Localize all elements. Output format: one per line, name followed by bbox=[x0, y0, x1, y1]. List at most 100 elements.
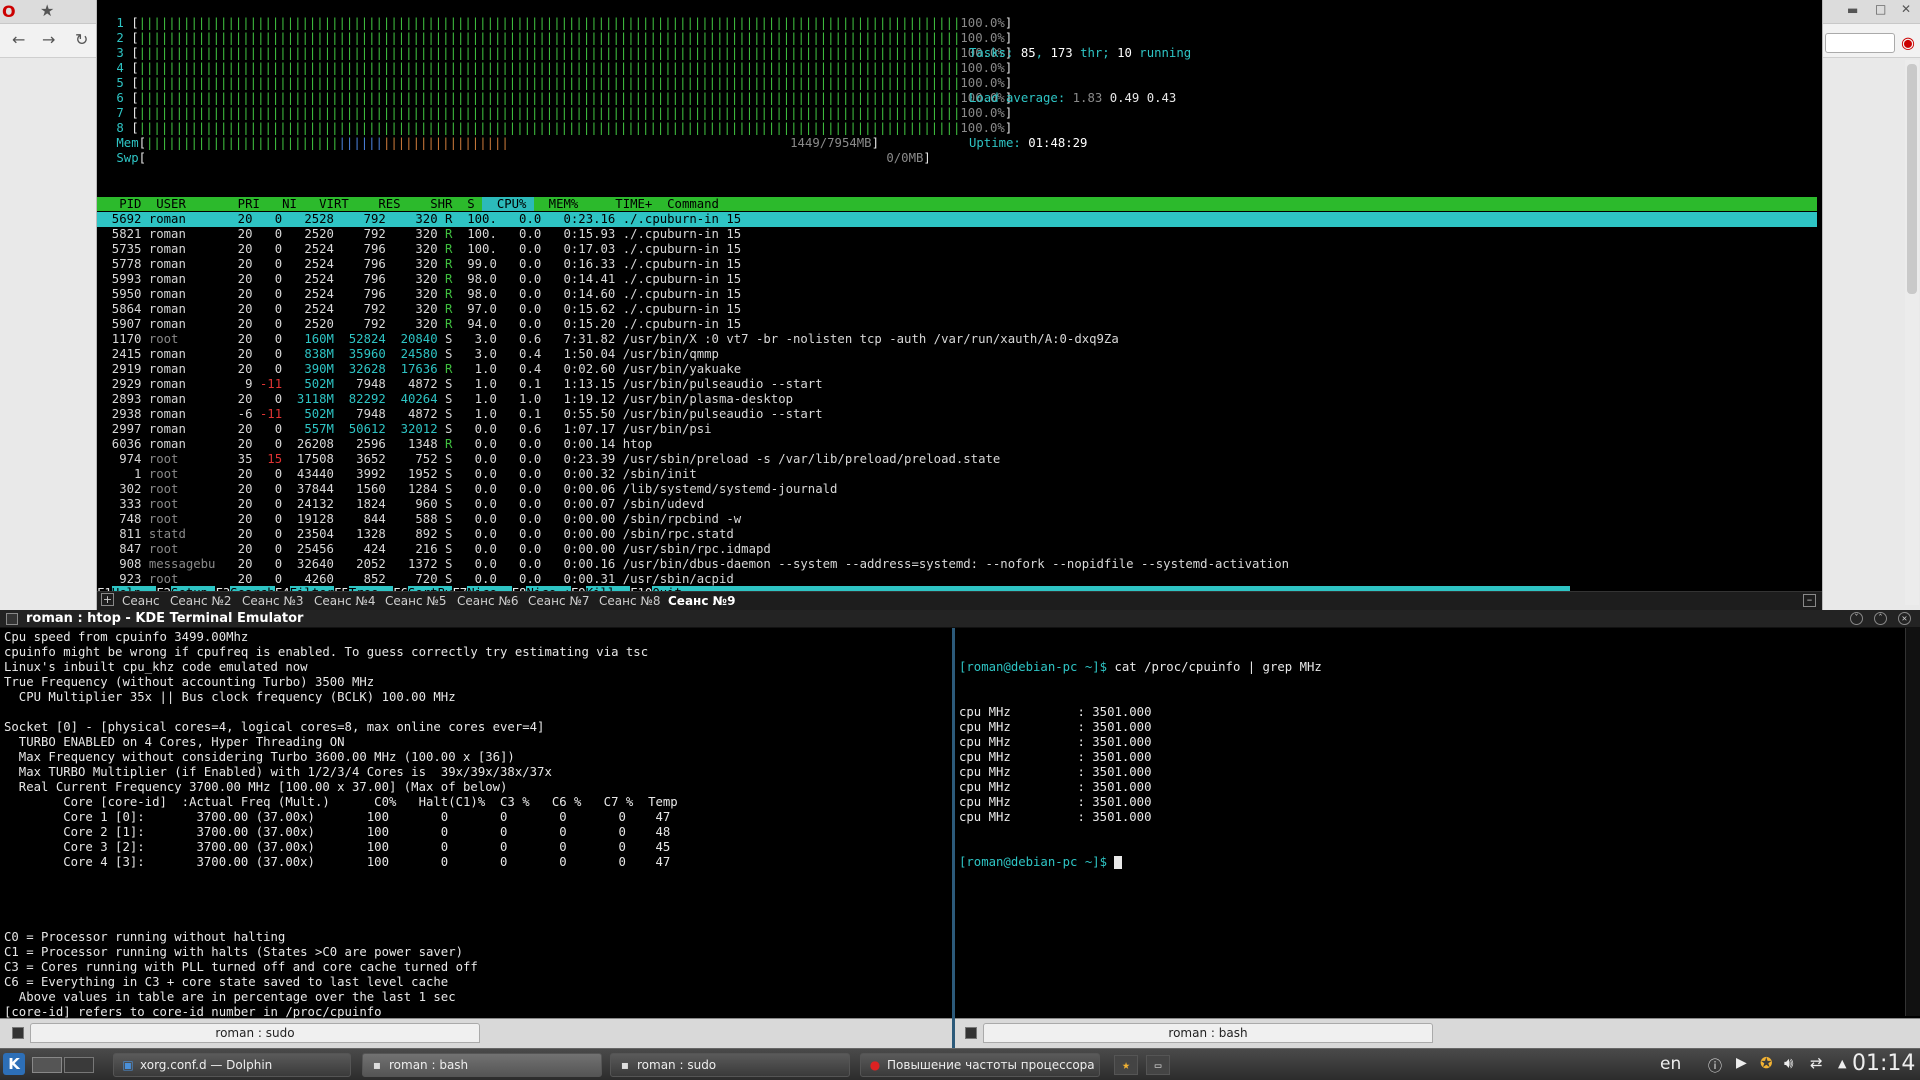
process-row[interactable]: 923 root 20 0 4260 852 720 S 0.0 0.0 0:0… bbox=[97, 572, 1817, 587]
process-row[interactable]: 5735 roman 20 0 2524 796 320 R 100. 0.0 … bbox=[97, 242, 1817, 257]
konsole-scrollbar[interactable] bbox=[1905, 628, 1920, 1016]
process-row[interactable]: 2929 roman 9 -11 502M 7948 4872 S 1.0 0.… bbox=[97, 377, 1817, 392]
cpu-number: 7 bbox=[109, 106, 132, 120]
column-header-virt[interactable]: VIRT bbox=[304, 197, 356, 211]
minimize-icon[interactable]: ▬ bbox=[1847, 3, 1858, 17]
notes-icon[interactable]: ▭ bbox=[1146, 1055, 1170, 1075]
cpu-number: 4 bbox=[109, 61, 132, 75]
session-tab[interactable]: Сеанс №4 bbox=[314, 593, 376, 609]
session-tab[interactable]: Сеанс №3 bbox=[242, 593, 304, 609]
column-header-command[interactable]: Command bbox=[660, 197, 719, 211]
column-header-shr[interactable]: SHR bbox=[408, 197, 460, 211]
process-list[interactable]: 5692 roman 20 0 2528 792 320 R 100. 0.0 … bbox=[97, 212, 1817, 587]
process-row[interactable]: 5692 roman 20 0 2528 792 320 R 100. 0.0 … bbox=[97, 212, 1817, 227]
session-tab[interactable]: Сеанс №8 bbox=[599, 593, 661, 609]
reload-icon[interactable]: ↻ bbox=[75, 30, 88, 49]
session-tab[interactable]: Сеанс №6 bbox=[457, 593, 519, 609]
column-header-pri[interactable]: PRI bbox=[230, 197, 267, 211]
yakuake-tab-bar[interactable]: + Сеанс Сеанс №2 Сеанс №3 Сеанс №4 Сеанс №5 С… bbox=[97, 591, 1822, 610]
session-tab[interactable]: Сеанс bbox=[122, 593, 160, 609]
process-row[interactable]: 1170 root 20 0 160M 52824 20840 S 3.0 0.… bbox=[97, 332, 1817, 347]
session-tab[interactable]: Сеанс №2 bbox=[170, 593, 232, 609]
process-row[interactable]: 2938 roman -6 -11 502M 7948 4872 S 1.0 0… bbox=[97, 407, 1817, 422]
cpu-bar: ||||||||||||||||||||||||||||||||||||||||… bbox=[138, 46, 961, 60]
clock[interactable]: 01:14 bbox=[1852, 1051, 1915, 1076]
window-close-icon[interactable]: ✕ bbox=[1898, 612, 1911, 625]
task-app-icon: ▣ bbox=[122, 1058, 134, 1072]
process-row[interactable]: 2919 roman 20 0 390M 32628 17636 R 1.0 0… bbox=[97, 362, 1817, 377]
process-row[interactable]: 748 root 20 0 19128 844 588 S 0.0 0.0 0:… bbox=[97, 512, 1817, 527]
column-header-s[interactable]: S bbox=[460, 197, 482, 211]
window-maximize-icon[interactable]: ˆ bbox=[1874, 612, 1887, 625]
keyboard-layout[interactable]: en bbox=[1660, 1054, 1681, 1074]
process-row[interactable]: 5907 roman 20 0 2520 792 320 R 94.0 0.0 … bbox=[97, 317, 1817, 332]
kde-menu-icon[interactable]: K bbox=[3, 1053, 25, 1075]
cpu-meter-3: 3 [|||||||||||||||||||||||||||||||||||||… bbox=[109, 46, 1013, 60]
process-row[interactable]: 847 root 20 0 25456 424 216 S 0.0 0.0 0:… bbox=[97, 542, 1817, 557]
konsole-titlebar[interactable]: roman : htop - KDE Terminal Emulator ˇ ˆ… bbox=[0, 610, 1920, 628]
session-tab[interactable]: Сеанс №5 bbox=[385, 593, 447, 609]
maximize-icon[interactable]: □ bbox=[1875, 2, 1886, 16]
stop-icon[interactable]: ◉ bbox=[1901, 33, 1915, 52]
process-row[interactable]: 6036 roman 20 0 26208 2596 1348 R 0.0 0.… bbox=[97, 437, 1817, 452]
session-tab[interactable]: Сеанс №9 bbox=[668, 593, 735, 609]
taskbar-task[interactable]: ● Повышение частоты процессора bbox=[860, 1053, 1100, 1077]
info-icon[interactable]: ⓘ bbox=[1708, 1056, 1722, 1076]
process-row[interactable]: 974 root 35 15 17508 3652 752 S 0.0 0.0 … bbox=[97, 452, 1817, 467]
process-row[interactable]: 333 root 20 0 24132 1824 960 S 0.0 0.0 0… bbox=[97, 497, 1817, 512]
favorites-icon[interactable]: ★ bbox=[1114, 1055, 1138, 1075]
process-row[interactable]: 5864 roman 20 0 2524 792 320 R 97.0 0.0 … bbox=[97, 302, 1817, 317]
process-row[interactable]: 908 messagebu 20 0 32640 2052 1372 S 0.0… bbox=[97, 557, 1817, 572]
process-row[interactable]: 5993 roman 20 0 2524 796 320 R 98.0 0.0 … bbox=[97, 272, 1817, 287]
column-header-pid[interactable]: PID bbox=[97, 197, 149, 211]
process-table-header[interactable]: PID USER PRI NI VIRT RES SHR S CPU% MEM%… bbox=[97, 197, 1817, 211]
process-row[interactable]: 811 statd 20 0 23504 1328 892 S 0.0 0.0 … bbox=[97, 527, 1817, 542]
process-row[interactable]: 2997 roman 20 0 557M 50612 32012 S 0.0 0… bbox=[97, 422, 1817, 437]
pager-desktop-2[interactable] bbox=[64, 1057, 94, 1073]
taskbar-task[interactable]: ▣ xorg.conf.d — Dolphin bbox=[113, 1053, 351, 1077]
yakuake-terminal[interactable]: 1 [|||||||||||||||||||||||||||||||||||||… bbox=[97, 0, 1822, 610]
pager-desktop-1[interactable] bbox=[32, 1057, 62, 1073]
task-label: roman : sudo bbox=[637, 1058, 717, 1072]
forward-arrow-icon[interactable]: → bbox=[42, 30, 55, 49]
task-app-icon: ▪ bbox=[372, 1058, 382, 1072]
tab-roman-sudo[interactable]: roman : sudo bbox=[30, 1023, 480, 1043]
process-row[interactable]: 2893 roman 20 0 3118M 82292 40264 S 1.0 … bbox=[97, 392, 1817, 407]
column-header-res[interactable]: RES bbox=[356, 197, 408, 211]
process-row[interactable]: 5778 roman 20 0 2524 796 320 R 99.0 0.0 … bbox=[97, 257, 1817, 272]
close-session-icon[interactable]: – bbox=[1803, 594, 1816, 607]
session-tab[interactable]: Сеанс №7 bbox=[528, 593, 590, 609]
tray-expand-icon[interactable]: ▲ bbox=[1838, 1057, 1846, 1070]
taskbar-task[interactable]: ▪ roman : sudo bbox=[610, 1053, 850, 1077]
process-row[interactable]: 1 root 20 0 43440 3992 1952 S 0.0 0.0 0:… bbox=[97, 467, 1817, 482]
window-minimize-icon[interactable]: ˇ bbox=[1850, 612, 1863, 625]
new-session-icon[interactable]: + bbox=[101, 593, 114, 606]
klipper-star-icon[interactable]: ✪ bbox=[1760, 1054, 1773, 1072]
network-icon[interactable]: ⇄ bbox=[1810, 1054, 1823, 1072]
media-play-icon[interactable]: ▶ bbox=[1736, 1055, 1747, 1071]
column-header-mem[interactable]: MEM% bbox=[534, 197, 586, 211]
column-header-time[interactable]: TIME+ bbox=[586, 197, 660, 211]
taskbar-task[interactable]: ▪ roman : bash bbox=[362, 1053, 602, 1077]
terminal-pane-left[interactable]: Cpu speed from cpuinfo 3499.00Mhz cpuinfo… bbox=[0, 628, 952, 1019]
column-header-cpu[interactable]: CPU% bbox=[482, 197, 534, 211]
process-row[interactable]: 5950 roman 20 0 2524 796 320 R 98.0 0.0 … bbox=[97, 287, 1817, 302]
tab-roman-bash[interactable]: roman : bash bbox=[983, 1023, 1433, 1043]
cpu-meters: 1 [|||||||||||||||||||||||||||||||||||||… bbox=[109, 16, 1012, 166]
volume-icon[interactable]: 🔊︎ bbox=[1784, 1054, 1793, 1072]
column-header-user[interactable]: USER bbox=[149, 197, 230, 211]
back-arrow-icon[interactable]: ← bbox=[12, 30, 25, 49]
star-icon[interactable]: ★ bbox=[40, 1, 54, 20]
tab-menu-icon[interactable] bbox=[965, 1027, 977, 1039]
konsole-window[interactable]: Cpu speed from cpuinfo 3499.00Mhz cpuinfo… bbox=[0, 628, 1920, 1048]
process-row[interactable]: 302 root 20 0 37844 1560 1284 S 0.0 0.0 … bbox=[97, 482, 1817, 497]
process-row[interactable]: 5821 roman 20 0 2520 792 320 R 100. 0.0 … bbox=[97, 227, 1817, 242]
browser-scrollbar[interactable] bbox=[1905, 60, 1919, 605]
close-icon[interactable]: ✕ bbox=[1901, 2, 1911, 16]
terminal-pane-right[interactable]: [roman@debian-pc ~]$ cat /proc/cpuinfo |… bbox=[955, 628, 1905, 1016]
browser-search-box[interactable] bbox=[1825, 33, 1895, 53]
cpuinfo-output: [roman@debian-pc ~]$ cat /proc/cpuinfo |… bbox=[959, 660, 1322, 869]
tab-menu-icon[interactable] bbox=[12, 1027, 24, 1039]
process-row[interactable]: 2415 roman 20 0 838M 35960 24580 S 3.0 0… bbox=[97, 347, 1817, 362]
column-header-ni[interactable]: NI bbox=[267, 197, 304, 211]
